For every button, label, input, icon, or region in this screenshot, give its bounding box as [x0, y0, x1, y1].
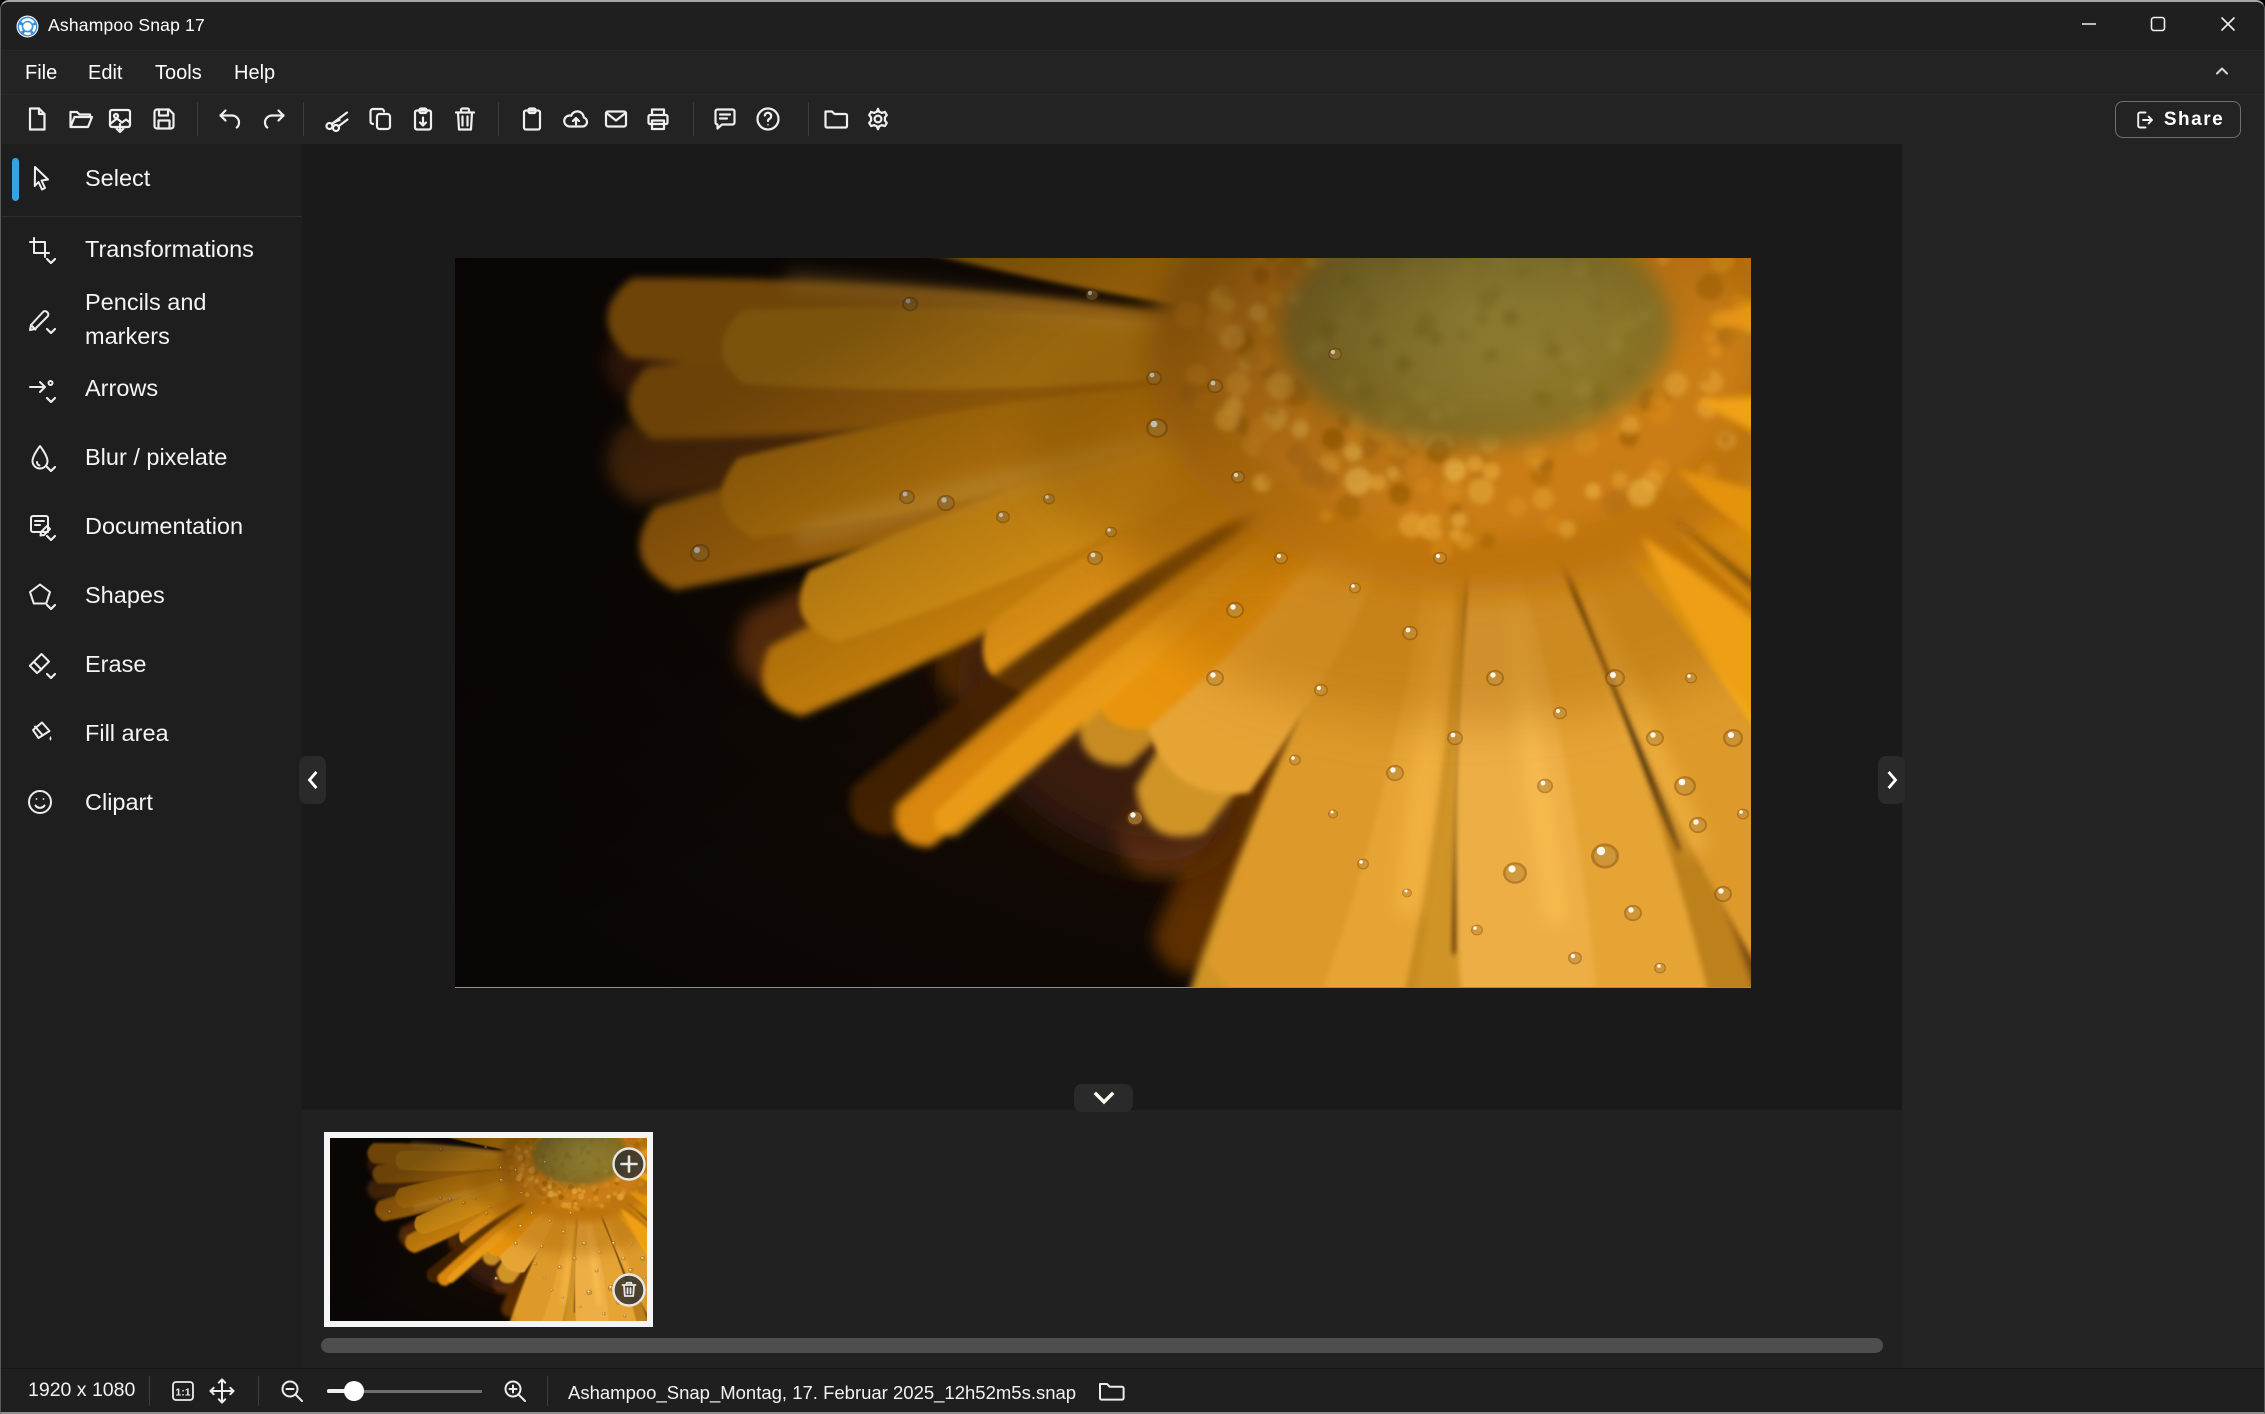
svg-text:1:1: 1:1 — [175, 1387, 190, 1399]
